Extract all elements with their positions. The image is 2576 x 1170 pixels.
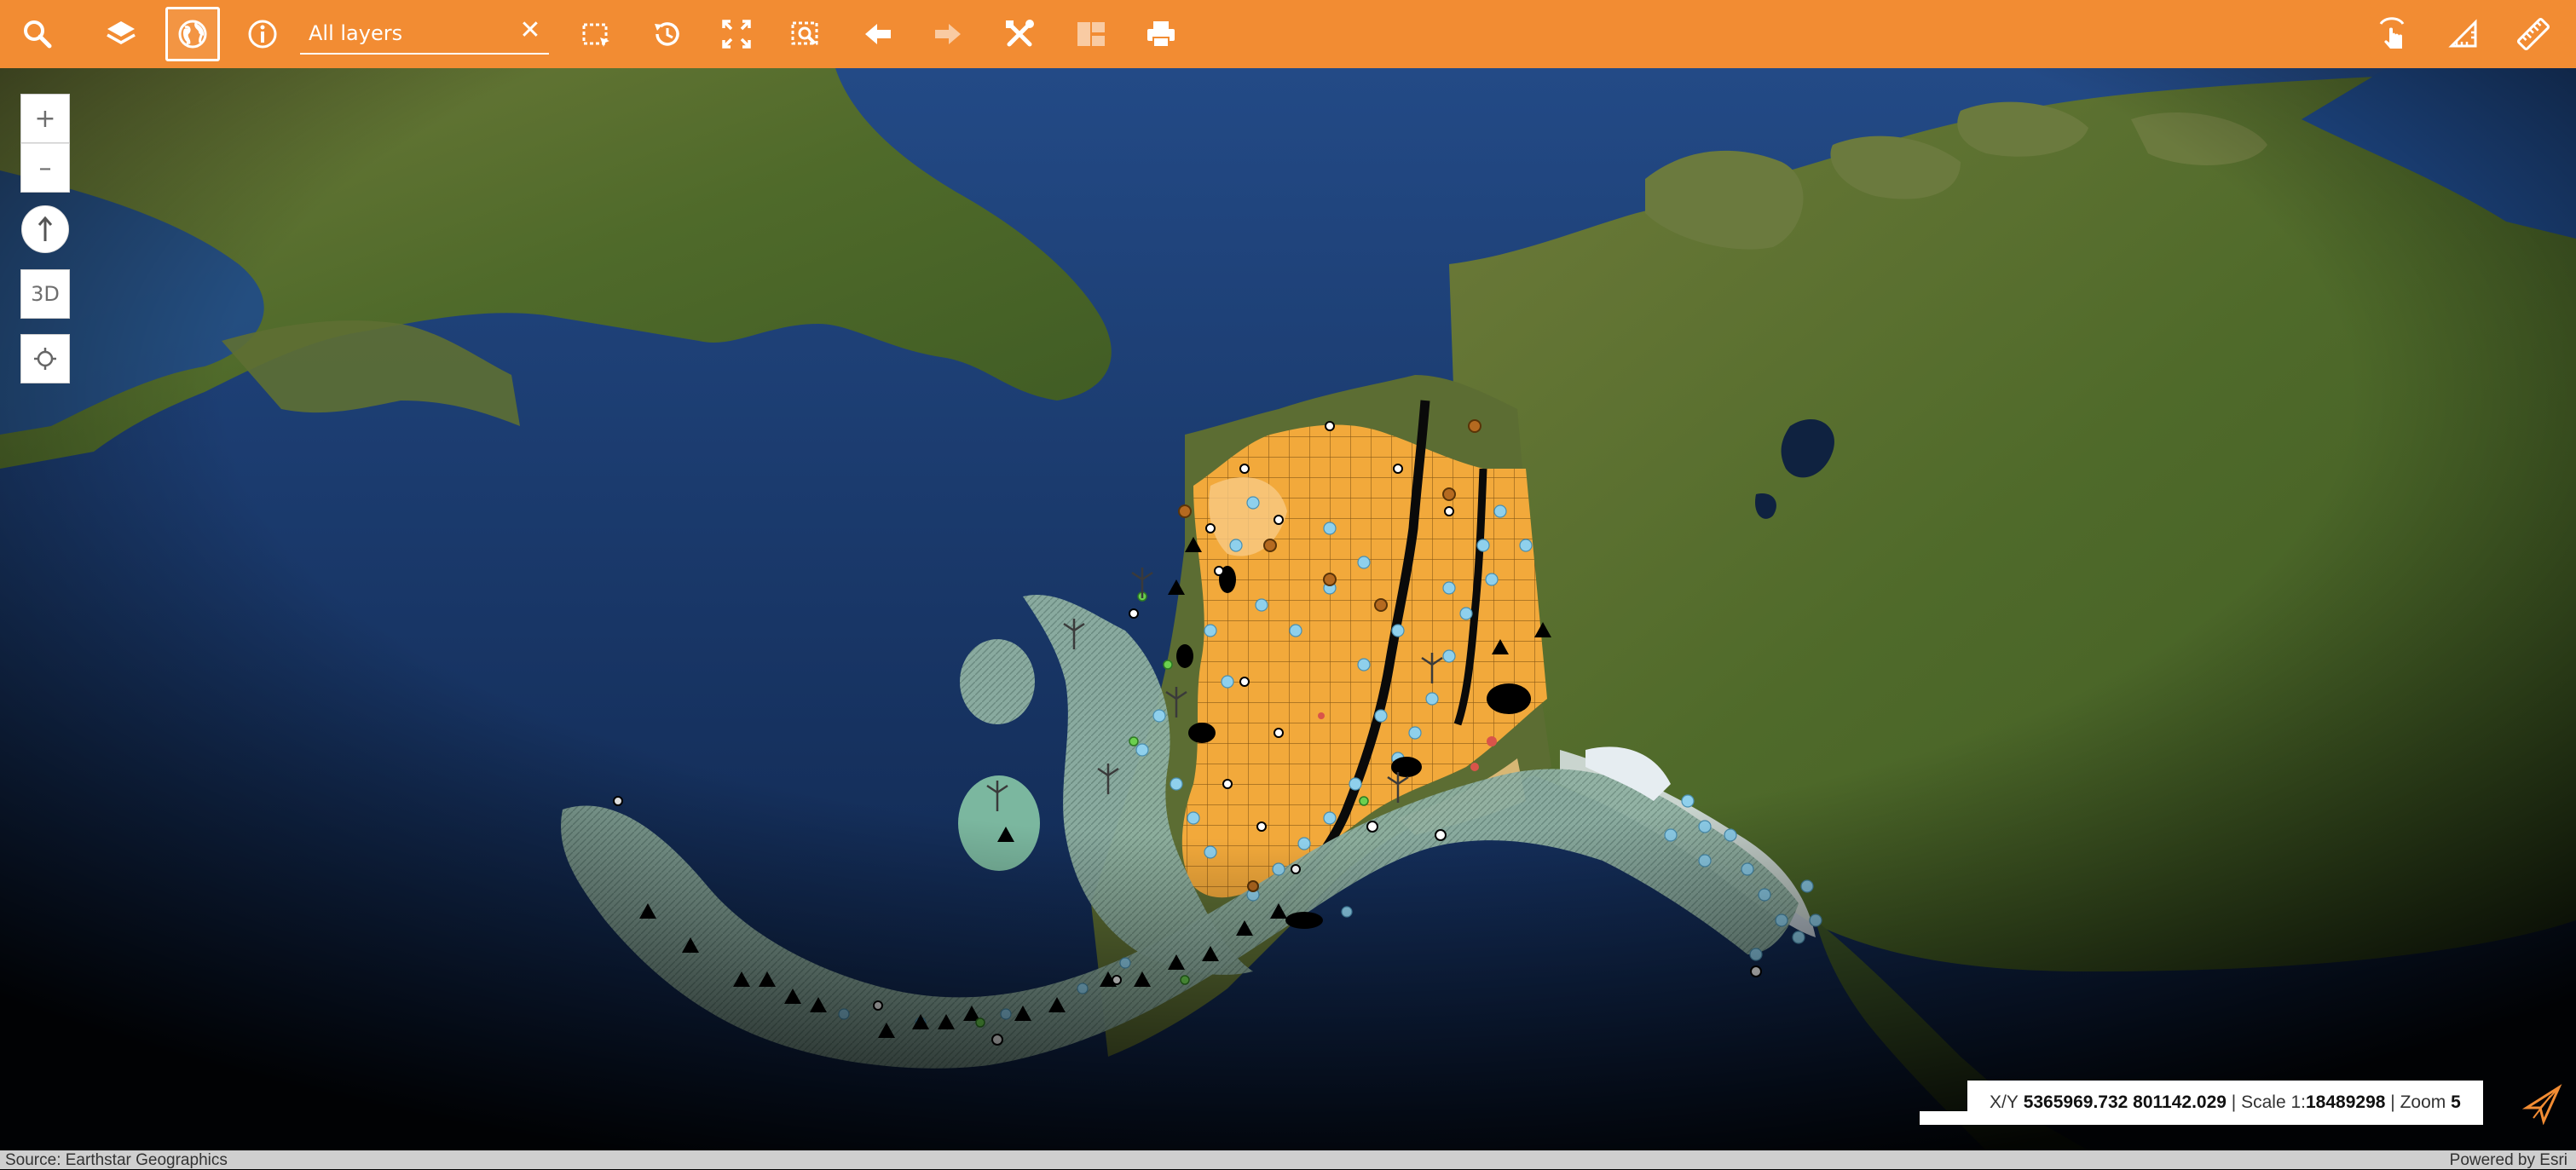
search-icon[interactable]	[10, 7, 65, 61]
zoom-in-button[interactable]: +	[20, 94, 70, 143]
source-attribution: Source: Earthstar Geographics	[5, 1151, 228, 1169]
scale-value: 18489298	[2306, 1092, 2386, 1112]
layer-search-input[interactable]	[307, 17, 506, 49]
arrow-left-icon[interactable]	[851, 7, 905, 61]
layer-search-box: ✕	[300, 10, 549, 55]
compass-icon	[21, 205, 69, 253]
zoom-label: Zoom	[2400, 1092, 2446, 1112]
ruler-icon[interactable]	[2506, 7, 2561, 61]
layers-icon[interactable]	[94, 7, 148, 61]
clear-search-icon[interactable]: ✕	[515, 15, 546, 46]
globe-icon[interactable]	[165, 7, 220, 61]
select-rectangle-icon[interactable]	[569, 7, 624, 61]
info-icon[interactable]	[235, 7, 290, 61]
touch-identify-icon[interactable]	[2365, 7, 2419, 61]
history-icon[interactable]	[639, 7, 694, 61]
zoom-value: 5	[2451, 1092, 2461, 1112]
crosshair-icon	[34, 348, 56, 370]
3d-toggle-button[interactable]: 3D	[20, 269, 70, 319]
navigate-arrow-icon[interactable]	[2521, 1084, 2562, 1126]
scale-label: Scale 1:	[2241, 1092, 2306, 1112]
tools-icon[interactable]	[992, 7, 1047, 61]
compass-button[interactable]	[20, 205, 70, 254]
xy-value: 5365969.732 801142.029	[2023, 1092, 2227, 1112]
full-extent-icon[interactable]	[709, 7, 764, 61]
coordinate-scale-readout: X/Y 5365969.732 801142.029 | Scale 1: 184…	[1967, 1081, 2483, 1125]
satellite-basemap	[0, 68, 2576, 1150]
map-view[interactable]: + – 3D	[0, 68, 2576, 1150]
top-toolbar: ✕	[0, 0, 2576, 68]
zoom-to-selection-icon[interactable]	[779, 7, 834, 61]
zoom-out-button[interactable]: –	[20, 143, 70, 193]
xy-label: X/Y	[1990, 1092, 2019, 1112]
locate-button[interactable]	[20, 334, 70, 383]
status-tab	[1920, 1111, 1967, 1125]
map-gallery-icon[interactable]	[1064, 7, 1118, 61]
powered-by-link[interactable]: Powered by Esri	[2450, 1151, 2567, 1170]
measure-area-icon[interactable]	[2436, 7, 2491, 61]
attribution-bar: Source: Earthstar Geographics Powered by…	[0, 1150, 2576, 1169]
print-icon[interactable]	[1134, 7, 1188, 61]
arrow-right-icon[interactable]	[921, 7, 975, 61]
